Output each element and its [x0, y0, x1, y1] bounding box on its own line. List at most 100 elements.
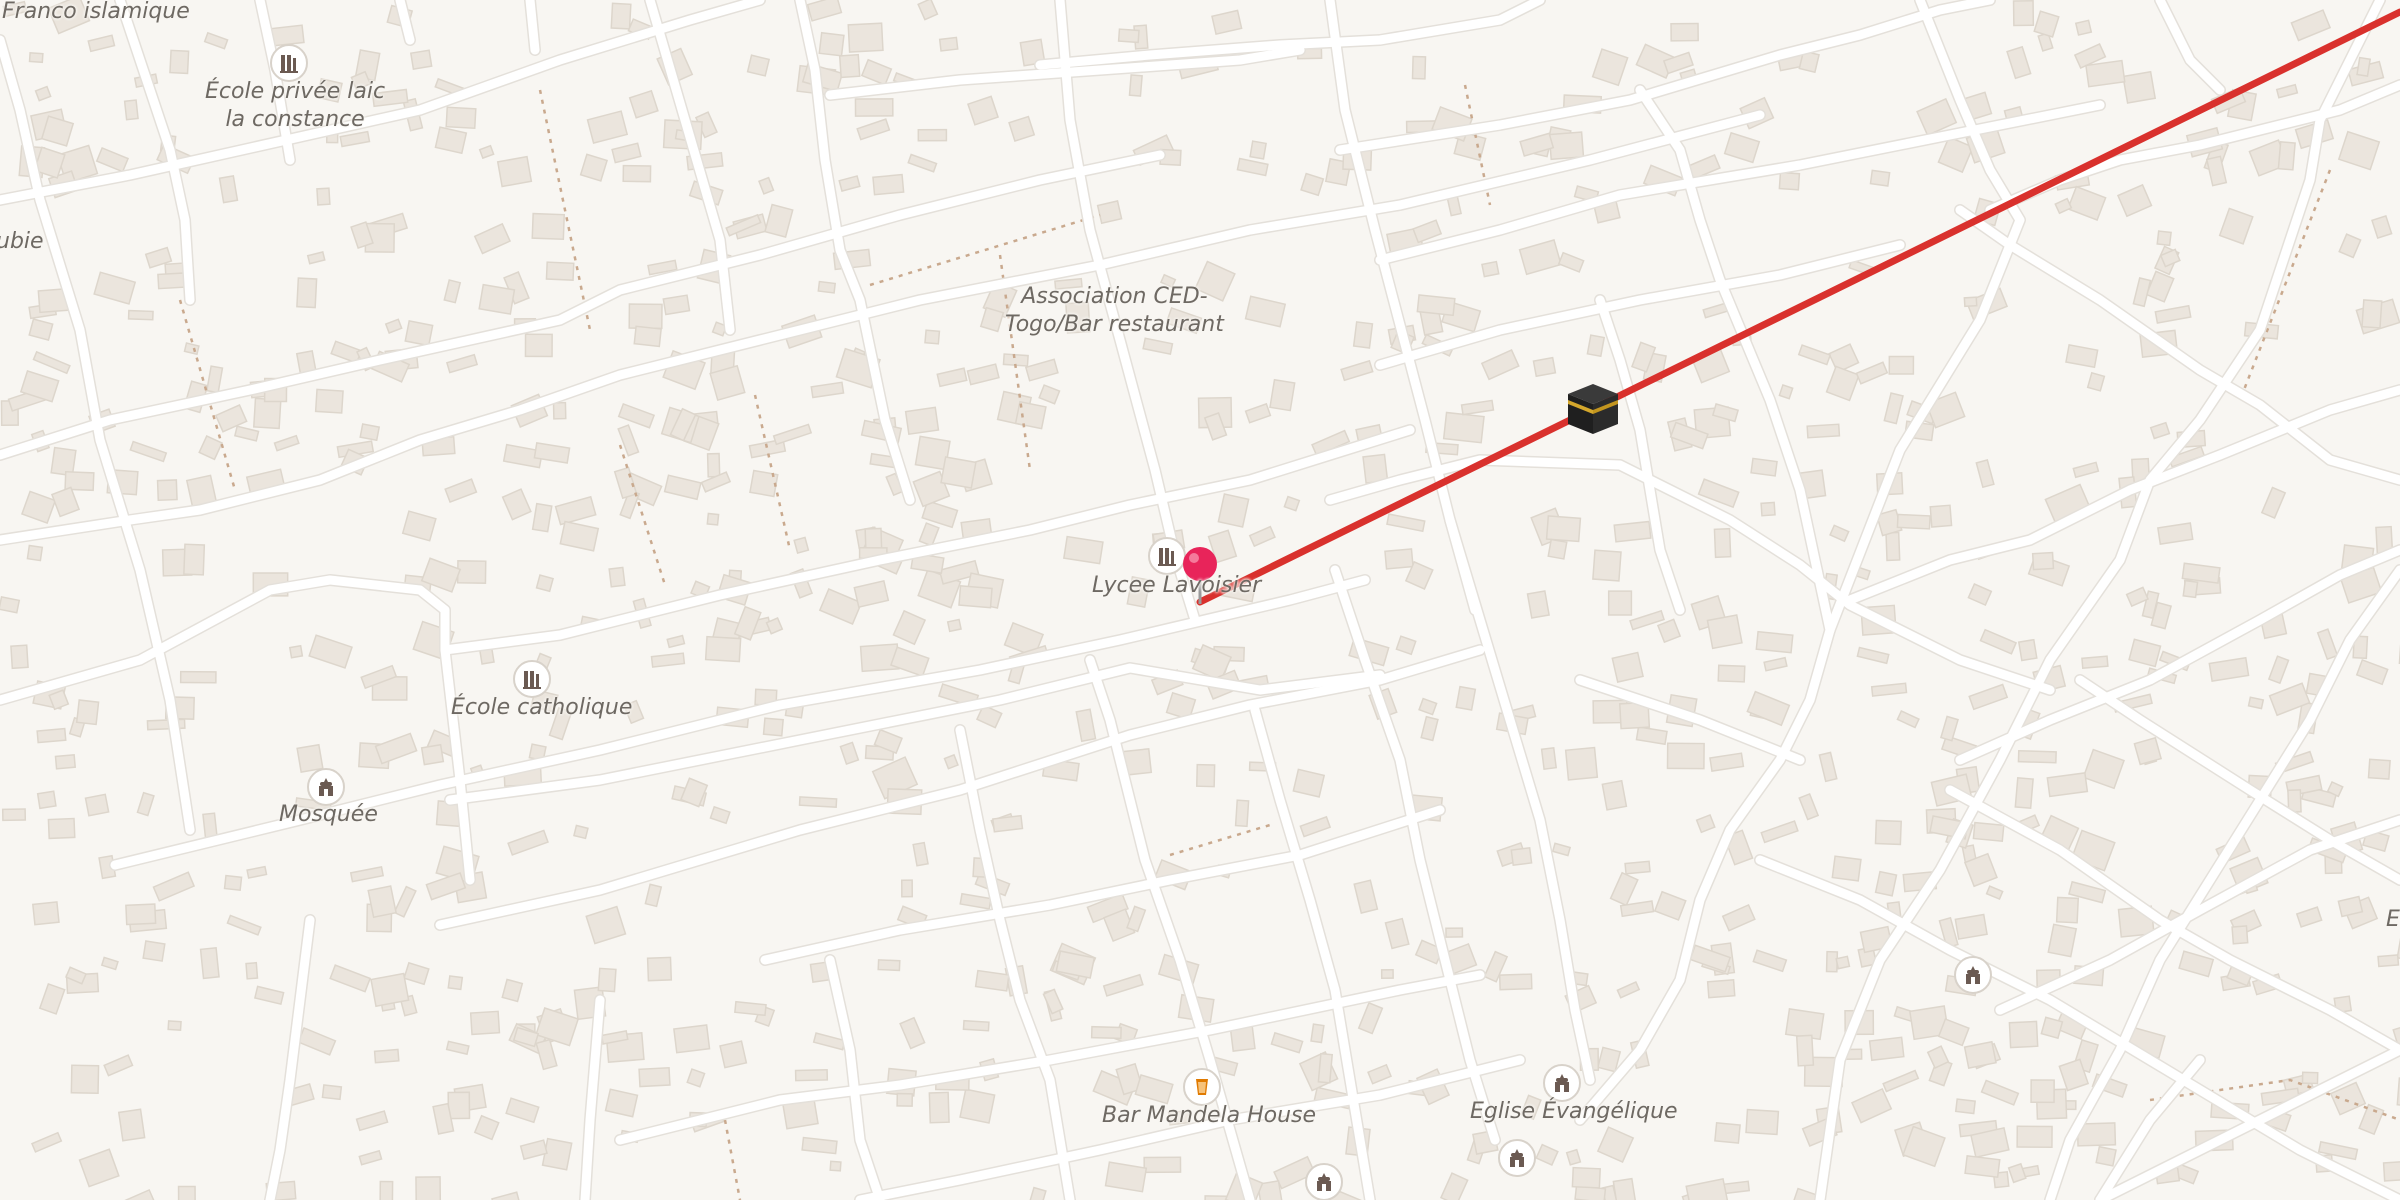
place-of-worship-icon[interactable] [1305, 1163, 1343, 1200]
building [34, 85, 52, 102]
building [1746, 690, 1791, 727]
building [1714, 1121, 1741, 1144]
building [1831, 855, 1862, 882]
building [32, 350, 71, 375]
building [2054, 197, 2073, 215]
building [183, 342, 200, 356]
building [1778, 171, 1801, 191]
building [1269, 378, 1296, 412]
building [1439, 1172, 1469, 1200]
building [974, 969, 1010, 992]
place-of-worship-icon[interactable] [1498, 1139, 1536, 1177]
building [20, 490, 57, 525]
building [1498, 973, 1533, 991]
building [1624, 860, 1651, 875]
building [1142, 337, 1174, 356]
building [447, 975, 464, 991]
building [2361, 299, 2383, 329]
building [943, 753, 959, 770]
building [2065, 344, 2099, 369]
building [1856, 646, 1890, 665]
building [223, 874, 243, 892]
building [1818, 751, 1838, 783]
building [962, 1019, 990, 1032]
building [1195, 763, 1216, 788]
building [2081, 655, 2109, 670]
building [573, 824, 589, 840]
road [440, 645, 475, 885]
road [760, 805, 1445, 965]
building [1300, 172, 1325, 197]
building [924, 329, 941, 345]
building [864, 527, 883, 551]
building [1706, 979, 1736, 999]
building [1380, 968, 1394, 980]
building [415, 1176, 442, 1200]
building [1480, 349, 1520, 381]
building [801, 1136, 838, 1155]
place-of-worship-icon[interactable] [1954, 956, 1992, 994]
building [473, 222, 512, 255]
building [374, 732, 418, 765]
building [798, 796, 838, 809]
building [2017, 749, 2057, 764]
building [103, 1054, 134, 1077]
building [2358, 1103, 2385, 1136]
building [706, 512, 720, 526]
building [198, 435, 223, 461]
building [1412, 219, 1443, 244]
building [892, 609, 927, 646]
building [1104, 1161, 1148, 1193]
building [2156, 230, 2172, 247]
building [940, 456, 977, 489]
road [1825, 0, 2025, 635]
building [233, 425, 260, 442]
building [1217, 493, 1250, 528]
building [1442, 411, 1485, 444]
building [1760, 501, 1776, 517]
building [445, 106, 477, 130]
building [1825, 950, 1839, 973]
school-icon[interactable] [270, 44, 308, 82]
building [226, 914, 262, 936]
building [1357, 1001, 1384, 1035]
building [901, 879, 913, 898]
building [2066, 185, 2107, 221]
building [1778, 384, 1794, 400]
building [507, 829, 549, 856]
building [1784, 1008, 1825, 1041]
building [959, 892, 992, 910]
place-of-worship-icon[interactable] [1543, 1064, 1581, 1102]
building [1882, 1069, 1920, 1093]
building [1510, 846, 1533, 867]
map-view[interactable]: Franco islamique École privée laic la co… [0, 0, 2400, 1200]
building [1244, 402, 1272, 424]
building [1353, 879, 1379, 914]
building [1134, 1074, 1174, 1105]
building [1963, 296, 1978, 308]
building [2016, 1125, 2053, 1148]
building [129, 440, 168, 463]
building [38, 983, 66, 1015]
building [1760, 820, 1799, 844]
school-icon[interactable] [513, 660, 551, 698]
building [358, 1149, 383, 1166]
building [2267, 655, 2290, 685]
building [54, 754, 77, 770]
building [734, 1000, 767, 1017]
building [2301, 1071, 2319, 1085]
building [1653, 890, 1687, 921]
building [84, 793, 110, 817]
building [1526, 590, 1550, 619]
building [2290, 9, 2332, 42]
building [1445, 927, 1464, 938]
building [478, 283, 516, 315]
place-label-franco-islamique: Franco islamique [2, 0, 190, 24]
bar-icon[interactable] [1183, 1068, 1221, 1106]
building [2007, 1162, 2027, 1184]
building [370, 972, 410, 1008]
building [1607, 590, 1633, 616]
building [384, 318, 403, 334]
kaaba-icon[interactable] [1566, 382, 1620, 436]
building [1038, 384, 1061, 405]
